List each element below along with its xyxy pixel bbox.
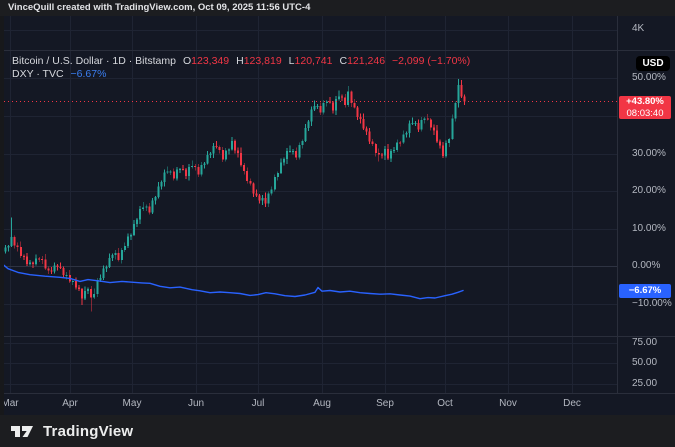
branding-bar: TradingView bbox=[0, 415, 675, 447]
bar-countdown: 08:03:40 bbox=[619, 108, 671, 119]
candlestick-series bbox=[5, 79, 466, 311]
high-label: H bbox=[236, 55, 244, 67]
y-axis-tick: 25.00 bbox=[632, 378, 657, 390]
x-axis-tick: Jun bbox=[188, 398, 204, 409]
last-price-percent: +43.80% bbox=[619, 96, 671, 108]
compare-series-legend[interactable]: DXY · TVC −6.67% bbox=[12, 68, 470, 81]
x-axis-tick: Nov bbox=[499, 398, 517, 409]
chart-widget: Bitcoin / U.S. Dollar · 1D · BitstampO12… bbox=[4, 16, 675, 415]
open-label: O bbox=[183, 55, 191, 67]
attribution-bar: VinceQuill created with TradingView.com,… bbox=[0, 0, 675, 16]
x-axis-tick: Mar bbox=[4, 398, 19, 409]
close-label: C bbox=[339, 55, 347, 67]
x-axis-tick: Sep bbox=[376, 398, 394, 409]
compare-symbol-title: DXY · TVC bbox=[12, 68, 64, 80]
x-axis-tick: Apr bbox=[62, 398, 78, 409]
low-value: 120,741 bbox=[295, 55, 333, 67]
open-value: 123,349 bbox=[191, 55, 229, 67]
chart-legend: Bitcoin / U.S. Dollar · 1D · BitstampO12… bbox=[12, 55, 470, 81]
volume-scale-tick: 4K bbox=[632, 23, 644, 35]
x-axis-tick: Oct bbox=[437, 398, 453, 409]
y-axis-tick: 30.00% bbox=[632, 148, 666, 160]
y-axis-tick: 20.00% bbox=[632, 185, 666, 197]
pane-dividers bbox=[4, 51, 675, 337]
attribution-text: VinceQuill created with TradingView.com,… bbox=[8, 2, 310, 13]
x-axis-tick: May bbox=[123, 398, 142, 409]
time-scale[interactable]: Mar Apr May Jun Jul Aug Sep Oct Nov Dec bbox=[4, 393, 675, 415]
compare-value-badge: −6.67% bbox=[619, 284, 671, 298]
y-axis-tick: 10.00% bbox=[632, 223, 666, 235]
last-price-badge: +43.80% 08:03:40 bbox=[619, 96, 671, 119]
main-series-legend[interactable]: Bitcoin / U.S. Dollar · 1D · BitstampO12… bbox=[12, 55, 470, 68]
high-value: 123,819 bbox=[244, 55, 282, 67]
y-axis-tick: 50.00 bbox=[632, 357, 657, 369]
brand-name[interactable]: TradingView bbox=[43, 423, 133, 440]
close-value: 121,246 bbox=[347, 55, 385, 67]
y-axis-tick: 50.00% bbox=[632, 72, 666, 84]
price-scale[interactable]: 4K USD 50.00%40.00%30.00%20.00%10.00%0.0… bbox=[617, 16, 675, 393]
y-axis-tick: 0.00% bbox=[632, 260, 660, 272]
symbol-title: Bitcoin / U.S. Dollar · 1D · Bitstamp bbox=[12, 55, 176, 67]
x-axis-tick: Aug bbox=[313, 398, 331, 409]
tradingview-snapshot: VinceQuill created with TradingView.com,… bbox=[0, 0, 675, 447]
x-axis-tick: Jul bbox=[252, 398, 265, 409]
currency-toggle-button[interactable]: USD bbox=[636, 56, 670, 71]
compare-change-value: −6.67% bbox=[71, 68, 107, 80]
y-axis-tick: −10.00% bbox=[632, 298, 672, 310]
change-value: −2,099 (−1.70%) bbox=[392, 55, 470, 67]
x-axis-tick: Dec bbox=[563, 398, 581, 409]
y-axis-tick: 75.00 bbox=[632, 337, 657, 349]
tradingview-logo-icon[interactable] bbox=[10, 423, 36, 439]
